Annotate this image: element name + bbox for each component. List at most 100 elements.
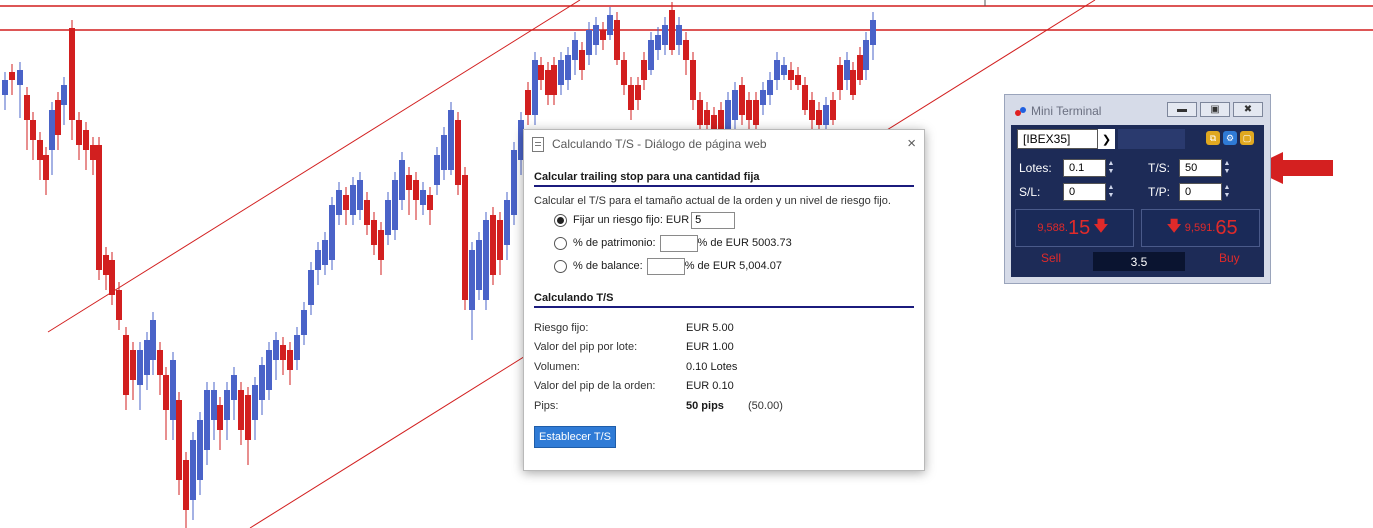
result-value: 50 pips xyxy=(686,399,724,412)
candle-body xyxy=(427,195,433,210)
result-value: EUR 5.00 xyxy=(686,321,734,334)
candle-body xyxy=(211,390,217,420)
balance-percent-input[interactable] xyxy=(646,257,685,275)
lots-spinner[interactable]: ▲ ▼ xyxy=(1106,159,1116,177)
set-ts-button[interactable]: Establecer T/S xyxy=(534,426,616,448)
minimize-icon[interactable]: ▬ xyxy=(1167,102,1197,117)
candle-body xyxy=(301,310,307,335)
option-equity[interactable]: % de patrimonio: % de EUR 5003.73 xyxy=(554,233,914,253)
candle-body xyxy=(17,70,23,85)
candle-body xyxy=(109,260,115,295)
candle-body xyxy=(469,250,475,310)
candle-body xyxy=(648,40,654,70)
candle-body xyxy=(406,175,412,190)
result-row: Valor del pip por lote: EUR 1.00 xyxy=(534,338,914,358)
candle-body xyxy=(392,180,398,230)
candle-body xyxy=(190,440,196,500)
symbol-select[interactable]: [IBEX35] ❯ xyxy=(1017,129,1115,149)
calc-ts-dialog: Calculando T/S - Diálogo de página web ×… xyxy=(523,129,925,471)
candle-body xyxy=(504,200,510,245)
candle-body xyxy=(781,65,787,75)
candle-body xyxy=(788,70,794,80)
option-fixed-risk-label: Fijar un riesgo fijo: EUR xyxy=(573,214,690,226)
chevron-down-icon[interactable]: ❯ xyxy=(1097,129,1115,149)
mini-terminal: Mini Terminal ▬ ▣ ✖ [IBEX35] ❯ ⧉ ⚙ ▢ Lot… xyxy=(1004,94,1271,284)
ts-input[interactable] xyxy=(1179,159,1222,177)
candle-body xyxy=(614,20,620,60)
section-calculating-title: Calculando T/S xyxy=(534,292,914,308)
gear-icon[interactable]: ⚙ xyxy=(1223,131,1237,145)
result-label: Riesgo fijo: xyxy=(534,321,589,334)
option-balance[interactable]: % de balance: % de EUR 5,004.07 xyxy=(554,256,914,276)
close-icon[interactable]: ✖ xyxy=(1233,102,1263,117)
sell-price-button[interactable]: 9,588. 15 🡇 xyxy=(1015,209,1134,247)
candle-body xyxy=(55,100,61,135)
candle-body xyxy=(532,60,538,115)
candle-body xyxy=(329,205,335,260)
close-icon[interactable]: × xyxy=(907,135,916,152)
candle-body xyxy=(476,240,482,290)
candle-body xyxy=(183,460,189,510)
option-fixed-risk[interactable]: Fijar un riesgo fijo: EUR xyxy=(554,210,914,230)
candle-body xyxy=(607,15,613,35)
candle-body xyxy=(238,390,244,430)
result-label: Valor del pip por lote: xyxy=(534,341,638,354)
down-arrow-icon: 🡇 xyxy=(1093,217,1109,235)
candle-body xyxy=(69,28,75,120)
candle-body xyxy=(399,160,405,200)
candle-body xyxy=(635,85,641,100)
candle-body xyxy=(732,90,738,120)
sell-label[interactable]: Sell xyxy=(1041,251,1061,265)
sl-input[interactable] xyxy=(1063,183,1106,201)
result-row: Riesgo fijo: EUR 5.00 xyxy=(534,318,914,338)
result-value: EUR 1.00 xyxy=(686,341,734,354)
candle-body xyxy=(130,350,136,380)
candle-body xyxy=(371,220,377,245)
candle-body xyxy=(413,180,419,200)
candle-body xyxy=(24,95,30,120)
candle-body xyxy=(725,100,731,130)
candle-body xyxy=(870,20,876,45)
spread-value: 3.5 xyxy=(1093,252,1185,271)
candle-body xyxy=(61,85,67,105)
candle-body xyxy=(266,350,272,390)
terminal-title: Mini Terminal xyxy=(1031,104,1102,118)
candle-body xyxy=(641,60,647,80)
candle-body xyxy=(586,30,592,55)
candle-body xyxy=(621,60,627,85)
candle-body xyxy=(315,250,321,270)
candle-body xyxy=(30,120,36,140)
ts-label: T/S: xyxy=(1148,161,1171,175)
equity-percent-input[interactable] xyxy=(659,234,698,252)
result-row: Volumen: 0.10 Lotes xyxy=(534,357,914,377)
candle-body xyxy=(90,145,96,160)
candle-body xyxy=(455,120,461,185)
sl-spinner[interactable]: ▲ ▼ xyxy=(1106,183,1116,201)
candle-body xyxy=(551,65,557,95)
buy-price-small: 9,591. xyxy=(1184,222,1216,234)
buy-label[interactable]: Buy xyxy=(1219,251,1240,265)
candle-body xyxy=(83,130,89,150)
expand-icon[interactable]: ▢ xyxy=(1240,131,1254,145)
terminal-titlebar: Mini Terminal ▬ ▣ ✖ xyxy=(1005,95,1270,125)
buy-price-button[interactable]: 🡇 9,591. 65 xyxy=(1141,209,1260,247)
candle-body xyxy=(441,135,447,170)
radio-equity[interactable] xyxy=(554,236,567,250)
maximize-icon[interactable]: ▣ xyxy=(1200,102,1230,117)
result-label: Volumen: xyxy=(534,360,580,373)
candle-body xyxy=(628,85,634,110)
radio-balance[interactable] xyxy=(554,259,567,273)
candle-body xyxy=(760,90,766,105)
tp-input[interactable] xyxy=(1179,183,1222,201)
candle-body xyxy=(774,60,780,80)
tp-spinner[interactable]: ▲ ▼ xyxy=(1222,183,1232,201)
candle-body xyxy=(252,385,258,420)
fixed-risk-input[interactable] xyxy=(691,211,736,229)
radio-fixed-risk[interactable] xyxy=(554,213,567,227)
copy-icon[interactable]: ⧉ xyxy=(1206,131,1220,145)
candle-body xyxy=(669,10,675,50)
lots-input[interactable] xyxy=(1063,159,1106,177)
candle-body xyxy=(483,220,489,300)
ts-spinner[interactable]: ▲ ▼ xyxy=(1222,159,1232,177)
result-label: Valor del pip de la orden: xyxy=(534,380,656,393)
